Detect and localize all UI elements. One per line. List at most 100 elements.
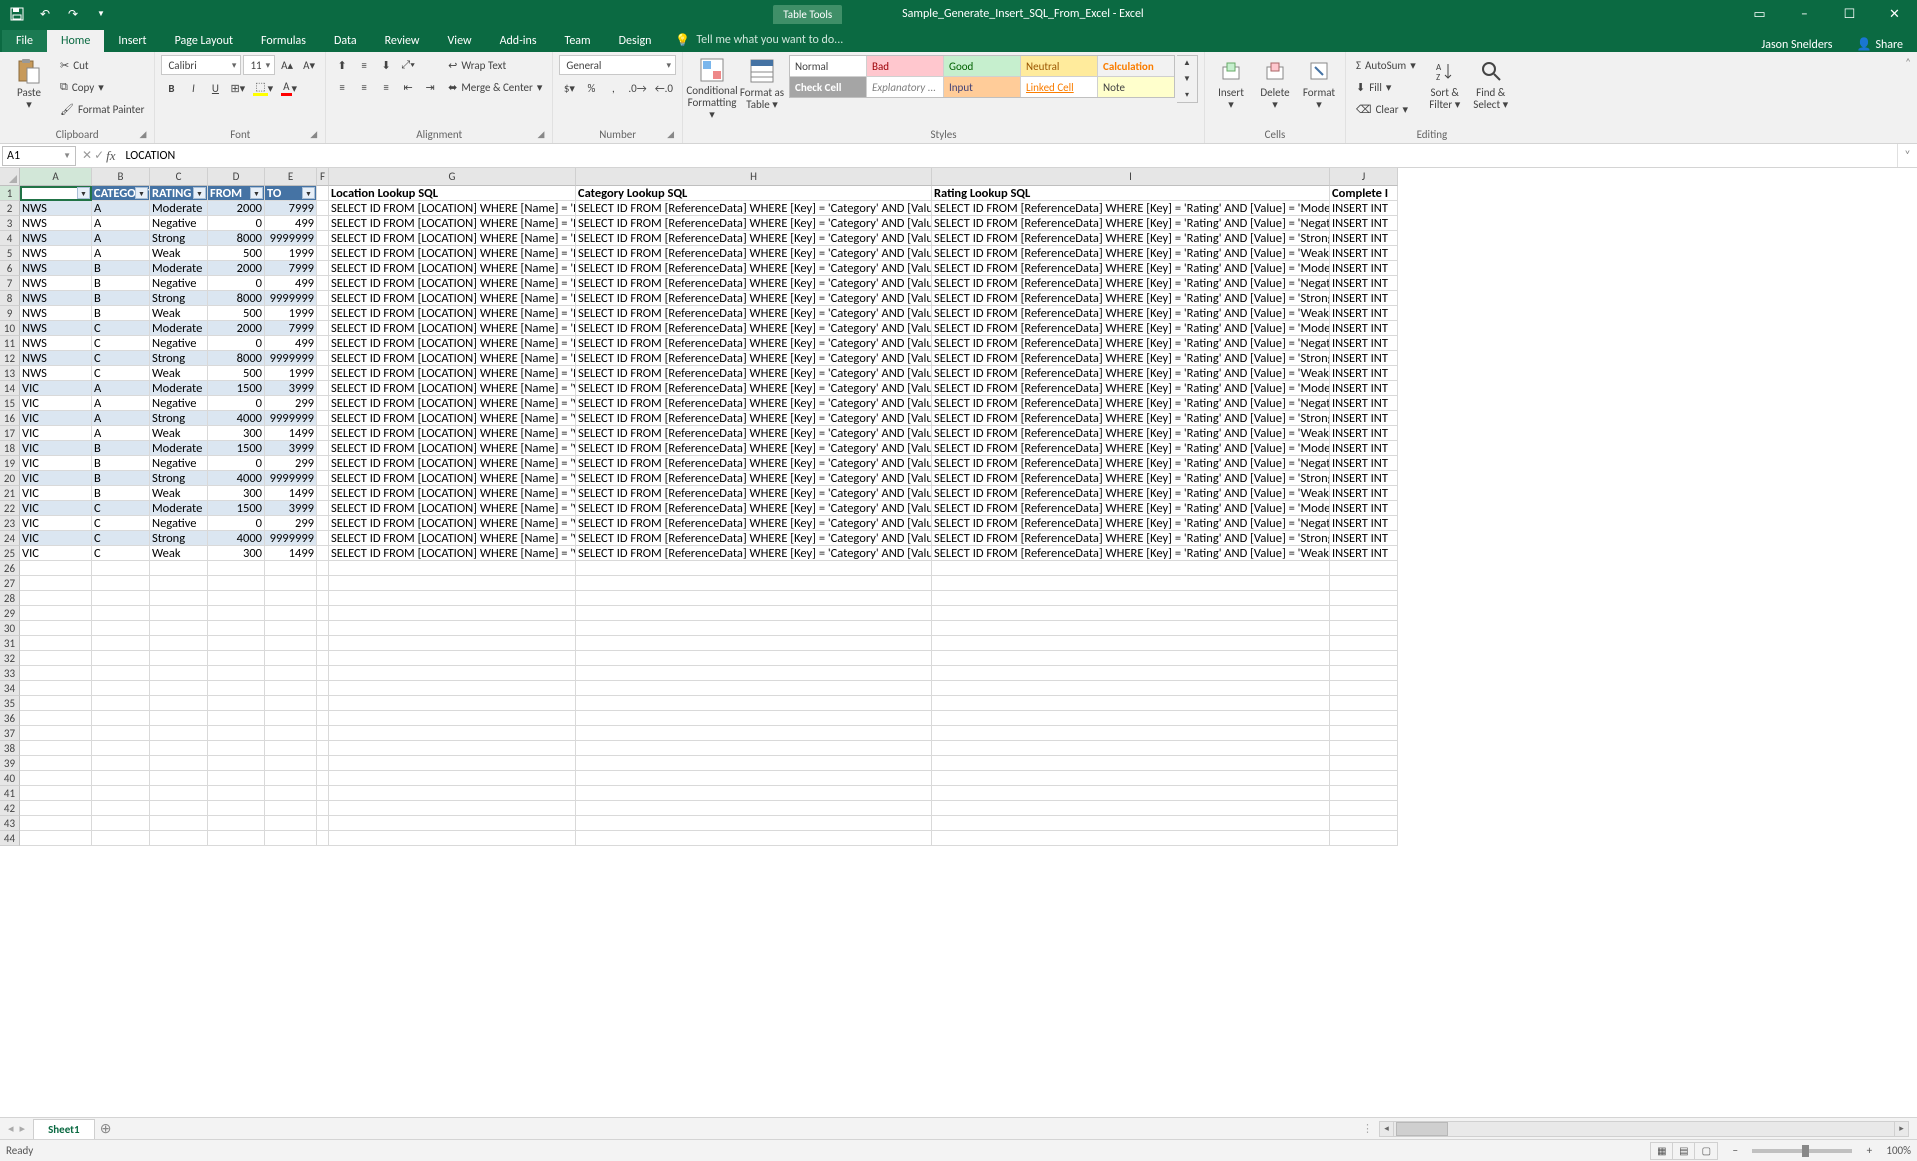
cell[interactable]: INSERT INT: [1330, 501, 1398, 516]
cell[interactable]: VIC: [20, 426, 92, 441]
cell[interactable]: 3999: [265, 501, 317, 516]
cell[interactable]: 8000: [208, 351, 265, 366]
cell[interactable]: [265, 561, 317, 576]
cell[interactable]: C: [92, 321, 150, 336]
cell[interactable]: 1499: [265, 486, 317, 501]
format-as-table-button[interactable]: Format as Table ▾: [739, 55, 785, 121]
cell[interactable]: [92, 711, 150, 726]
cell[interactable]: [92, 741, 150, 756]
row-header[interactable]: 37: [0, 726, 20, 741]
cell[interactable]: 7999: [265, 321, 317, 336]
cell[interactable]: [20, 651, 92, 666]
zoom-level[interactable]: 100%: [1886, 1144, 1911, 1157]
cell[interactable]: [1330, 756, 1398, 771]
cell[interactable]: SELECT ID FROM [ReferenceData] WHERE [Ke…: [932, 426, 1330, 441]
row-header[interactable]: 42: [0, 801, 20, 816]
cell[interactable]: INSERT INT: [1330, 381, 1398, 396]
cell[interactable]: [329, 621, 576, 636]
cell[interactable]: 3999: [265, 441, 317, 456]
zoom-out-button[interactable]: −: [1728, 1144, 1742, 1157]
cell[interactable]: Moderate: [150, 321, 208, 336]
cell[interactable]: [20, 561, 92, 576]
cell[interactable]: [932, 681, 1330, 696]
cell[interactable]: INSERT INT: [1330, 246, 1398, 261]
cell-style-explanatory[interactable]: Explanatory ...: [867, 77, 943, 97]
cell[interactable]: Weak: [150, 486, 208, 501]
cell[interactable]: 9999999: [265, 411, 317, 426]
cell[interactable]: 3999: [265, 381, 317, 396]
row-header[interactable]: 23: [0, 516, 20, 531]
clear-button[interactable]: ⌫Clear ▾: [1352, 99, 1420, 119]
cell[interactable]: A: [92, 411, 150, 426]
cell[interactable]: [317, 186, 329, 201]
format-painter-button[interactable]: 🖌Format Painter: [56, 99, 148, 119]
cell[interactable]: [932, 591, 1330, 606]
cell[interactable]: NWS: [20, 336, 92, 351]
sheet-tab-sheet1[interactable]: Sheet1: [33, 1119, 95, 1139]
cell[interactable]: A: [92, 231, 150, 246]
fill-button[interactable]: ⬇Fill ▾: [1352, 77, 1420, 97]
cell[interactable]: SELECT ID FROM [ReferenceData] WHERE [Ke…: [576, 456, 932, 471]
cell[interactable]: Negative: [150, 456, 208, 471]
cell[interactable]: VIC: [20, 516, 92, 531]
expand-formula-bar-button[interactable]: ˅: [1897, 144, 1917, 167]
row-header[interactable]: 21: [0, 486, 20, 501]
column-header-I[interactable]: I: [932, 168, 1330, 186]
row-header[interactable]: 16: [0, 411, 20, 426]
cell[interactable]: [150, 711, 208, 726]
cell-style-bad[interactable]: Bad: [867, 56, 943, 76]
cell[interactable]: Weak: [150, 306, 208, 321]
cell[interactable]: Negative: [150, 216, 208, 231]
cell[interactable]: VIC: [20, 381, 92, 396]
cell[interactable]: NWS: [20, 276, 92, 291]
cell[interactable]: [317, 486, 329, 501]
column-header-A[interactable]: A: [20, 168, 92, 186]
autosum-button[interactable]: ΣAutoSum ▾: [1352, 55, 1420, 75]
cell[interactable]: INSERT INT: [1330, 351, 1398, 366]
cell-style-linkedcell[interactable]: Linked Cell: [1021, 77, 1097, 97]
cell[interactable]: 9999999: [265, 231, 317, 246]
cell[interactable]: INSERT INT: [1330, 291, 1398, 306]
cell[interactable]: [92, 756, 150, 771]
cell[interactable]: INSERT INT: [1330, 201, 1398, 216]
qat-customize-button[interactable]: ▼: [90, 3, 112, 25]
cell[interactable]: VIC: [20, 546, 92, 561]
worksheet-area[interactable]: ABCDEFGHIJ1LOCATION▼CATEGORY▼RATING▼FROM…: [0, 168, 1917, 1117]
cell[interactable]: [329, 696, 576, 711]
paste-button[interactable]: Paste▾: [6, 55, 52, 121]
cell[interactable]: INSERT INT: [1330, 426, 1398, 441]
cell[interactable]: [329, 786, 576, 801]
cell[interactable]: Weak: [150, 546, 208, 561]
row-header[interactable]: 29: [0, 606, 20, 621]
row-header[interactable]: 8: [0, 291, 20, 306]
row-header[interactable]: 9: [0, 306, 20, 321]
cell[interactable]: VIC: [20, 486, 92, 501]
cell[interactable]: 9999999: [265, 291, 317, 306]
cell[interactable]: 0: [208, 516, 265, 531]
cell[interactable]: SELECT ID FROM [LOCATION] WHERE [Name] =…: [329, 201, 576, 216]
cell[interactable]: SELECT ID FROM [LOCATION] WHERE [Name] =…: [329, 501, 576, 516]
cell[interactable]: [20, 636, 92, 651]
cell[interactable]: Weak: [150, 426, 208, 441]
row-header[interactable]: 39: [0, 756, 20, 771]
cell[interactable]: Negative: [150, 276, 208, 291]
cell[interactable]: [329, 801, 576, 816]
row-header[interactable]: 17: [0, 426, 20, 441]
align-middle-button[interactable]: ≡: [354, 55, 374, 75]
cell[interactable]: [317, 471, 329, 486]
cell[interactable]: [208, 576, 265, 591]
ribbon-display-options-button[interactable]: ▭: [1737, 0, 1782, 28]
cell[interactable]: [1330, 786, 1398, 801]
cell[interactable]: [20, 681, 92, 696]
cell[interactable]: INSERT INT: [1330, 471, 1398, 486]
cell[interactable]: [92, 591, 150, 606]
decrease-indent-button[interactable]: ⇤: [398, 77, 418, 97]
cell[interactable]: [20, 696, 92, 711]
cell[interactable]: SELECT ID FROM [ReferenceData] WHERE [Ke…: [576, 486, 932, 501]
cell[interactable]: [329, 651, 576, 666]
cell[interactable]: [317, 831, 329, 846]
cell[interactable]: [317, 786, 329, 801]
align-center-button[interactable]: ≡: [354, 77, 374, 97]
cell[interactable]: Moderate: [150, 381, 208, 396]
cell[interactable]: 500: [208, 366, 265, 381]
